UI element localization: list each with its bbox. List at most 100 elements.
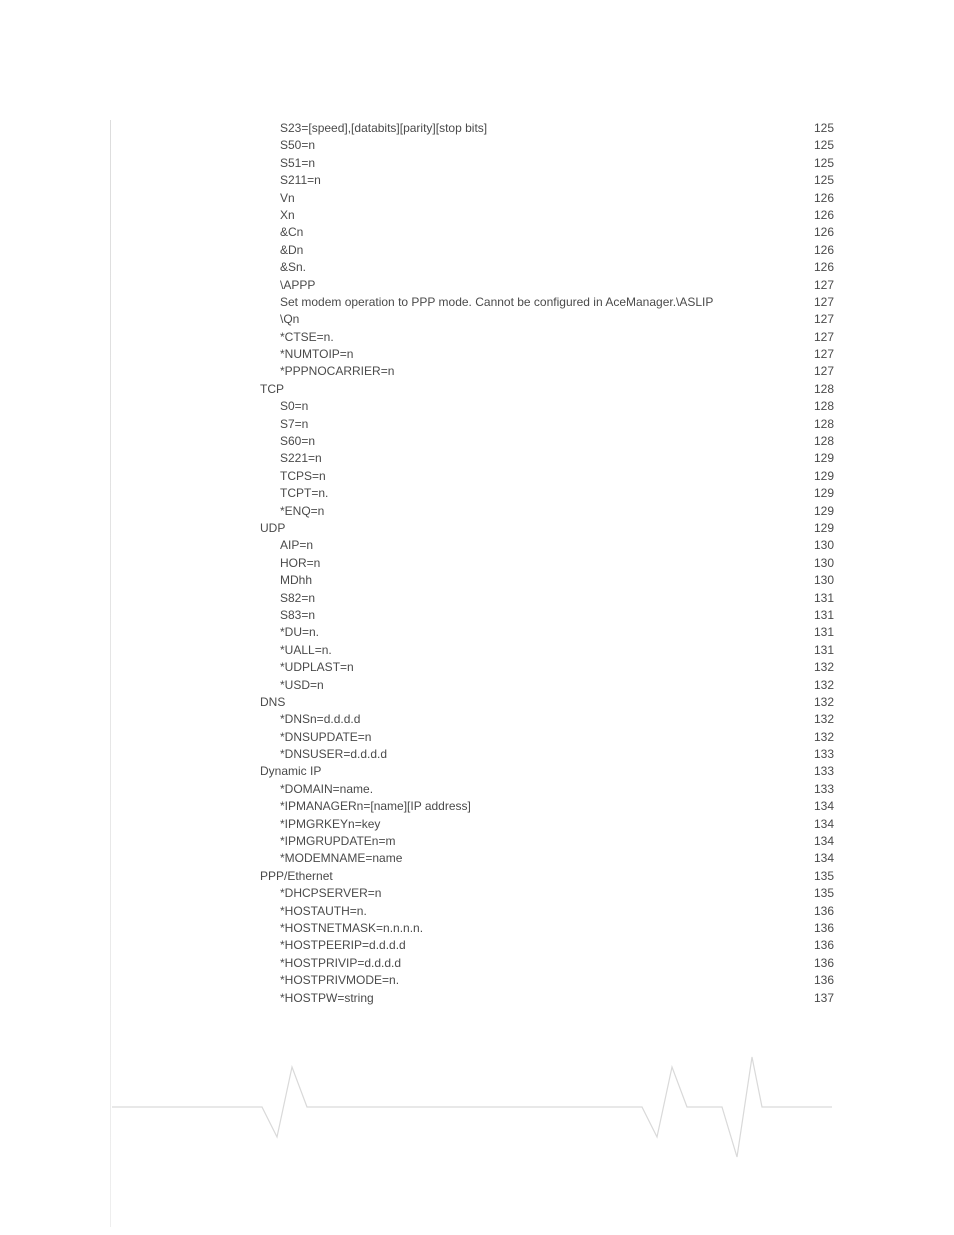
toc-entry[interactable]: Xn126 [110,207,834,224]
toc-entry-page: 133 [810,763,834,780]
toc-entry-page: 129 [810,450,834,467]
toc-entry-label: TCP [260,381,284,398]
toc-entry-page: 126 [810,224,834,241]
toc-entry-label: MDhh [280,572,312,589]
toc-entry-label: TCPT=n. [280,485,328,502]
toc-entry[interactable]: Dynamic IP 133 [110,763,834,780]
toc-entry-page: 128 [810,398,834,415]
toc-entry[interactable]: S0=n128 [110,398,834,415]
toc-entry[interactable]: *HOSTPRIVMODE=n.136 [110,972,834,989]
toc-entry[interactable]: S51=n125 [110,155,834,172]
toc-entry-page: 130 [810,537,834,554]
toc-entry-page: 135 [810,868,834,885]
toc-entry-label: *HOSTAUTH=n. [280,903,367,920]
toc-entry-label: \Qn [280,311,299,328]
toc-entry-label: *PPPNOCARRIER=n [280,363,394,380]
toc-entry[interactable]: *ENQ=n129 [110,503,834,520]
toc-entry-label: Xn [280,207,295,224]
toc-entry[interactable]: *IPMANAGERn=[name][IP address]134 [110,798,834,815]
toc-entry[interactable]: TCPT=n. 129 [110,485,834,502]
toc-entry[interactable]: Vn126 [110,190,834,207]
toc-entry[interactable]: UDP129 [110,520,834,537]
footer-wave-icon [110,1047,834,1167]
toc-entry[interactable]: *HOSTNETMASK=n.n.n.n.136 [110,920,834,937]
toc-entry[interactable]: DNS132 [110,694,834,711]
toc-entry-label: S82=n [280,590,315,607]
toc-entry[interactable]: MDhh130 [110,572,834,589]
toc-entry-page: 131 [810,590,834,607]
toc-entry-label: S221=n [280,450,322,467]
toc-entry[interactable]: S221=n 129 [110,450,834,467]
toc-entry-page: 127 [810,311,834,328]
toc-entry-page: 126 [810,259,834,276]
toc-entry[interactable]: *HOSTAUTH=n. 136 [110,903,834,920]
footer-decoration [110,1047,834,1167]
toc-entry[interactable]: *IPMGRUPDATEn=m134 [110,833,834,850]
toc-entry-label: Dynamic IP [260,763,321,780]
toc-entry[interactable]: *HOSTPW=string137 [110,990,834,1007]
toc-entry-label: HOR=n [280,555,320,572]
toc-entry-page: 129 [810,503,834,520]
toc-entry-label: *USD=n [280,677,324,694]
toc-entry[interactable]: S211=n125 [110,172,834,189]
toc-entry[interactable]: *USD=n132 [110,677,834,694]
toc-entry[interactable]: *DHCPSERVER=n 135 [110,885,834,902]
toc-entry[interactable]: S83=n131 [110,607,834,624]
toc-entry-label: *HOSTNETMASK=n.n.n.n. [280,920,423,937]
toc-entry-page: 136 [810,903,834,920]
toc-entry[interactable]: S50=n125 [110,137,834,154]
toc-entry[interactable]: *DNSn=d.d.d.d 132 [110,711,834,728]
toc-entry[interactable]: HOR=n130 [110,555,834,572]
toc-entry[interactable]: *NUMTOIP=n127 [110,346,834,363]
toc-entry-page: 127 [810,363,834,380]
toc-entry[interactable]: S23=[speed],[databits][parity][stop bits… [110,120,834,137]
toc-entry[interactable]: \Qn 127 [110,311,834,328]
toc-entry-page: 125 [810,155,834,172]
toc-entry[interactable]: S60=n128 [110,433,834,450]
toc-entry-label: *DNSn=d.d.d.d [280,711,360,728]
toc-entry[interactable]: PPP/Ethernet 135 [110,868,834,885]
toc-entry-page: 125 [810,172,834,189]
toc-entry-label: &Cn [280,224,303,241]
toc-entry[interactable]: &Dn126 [110,242,834,259]
table-of-contents: S23=[speed],[databits][parity][stop bits… [110,120,834,1007]
toc-entry[interactable]: *HOSTPRIVIP=d.d.d.d136 [110,955,834,972]
toc-entry-page: 135 [810,885,834,902]
toc-entry[interactable]: AIP=n130 [110,537,834,554]
toc-entry[interactable]: *DNSUSER=d.d.d.d133 [110,746,834,763]
toc-entry-label: *UALL=n. [280,642,332,659]
toc-entry[interactable]: *IPMGRKEYn=key134 [110,816,834,833]
toc-entry[interactable]: S7=n128 [110,416,834,433]
toc-entry[interactable]: TCPS=n129 [110,468,834,485]
toc-entry[interactable]: TCP128 [110,381,834,398]
toc-entry-label: *HOSTPRIVIP=d.d.d.d [280,955,401,972]
toc-entry-page: 129 [810,485,834,502]
toc-entry-label: *IPMGRKEYn=key [280,816,380,833]
toc-entry[interactable]: Set modem operation to PPP mode. Cannot … [110,294,834,311]
toc-entry-label: *DHCPSERVER=n [280,885,381,902]
toc-entry[interactable]: *DNSUPDATE=n132 [110,729,834,746]
toc-entry-label: S7=n [280,416,308,433]
toc-entry[interactable]: *CTSE=n.127 [110,329,834,346]
toc-entry-page: 136 [810,972,834,989]
toc-entry[interactable]: *MODEMNAME=name134 [110,850,834,867]
toc-entry[interactable]: &Sn.126 [110,259,834,276]
toc-entry-label: *DNSUSER=d.d.d.d [280,746,387,763]
page-container: S23=[speed],[databits][parity][stop bits… [0,0,954,1227]
toc-entry[interactable]: *HOSTPEERIP=d.d.d.d136 [110,937,834,954]
toc-entry-page: 132 [810,711,834,728]
toc-entry[interactable]: S82=n 131 [110,590,834,607]
toc-entry-label: *IPMGRUPDATEn=m [280,833,395,850]
toc-entry-label: S83=n [280,607,315,624]
toc-entry[interactable]: *UALL=n.131 [110,642,834,659]
toc-entry[interactable]: *DOMAIN=name.133 [110,781,834,798]
toc-entry[interactable]: *PPPNOCARRIER=n 127 [110,363,834,380]
toc-entry-label: PPP/Ethernet [260,868,333,885]
toc-entry-label: S50=n [280,137,315,154]
toc-entry[interactable]: *UDPLAST=n132 [110,659,834,676]
toc-entry-label: *HOSTPW=string [280,990,374,1007]
toc-entry[interactable]: *DU=n.131 [110,624,834,641]
toc-entry[interactable]: \APPP127 [110,277,834,294]
toc-entry-page: 132 [810,694,834,711]
toc-entry[interactable]: &Cn 126 [110,224,834,241]
